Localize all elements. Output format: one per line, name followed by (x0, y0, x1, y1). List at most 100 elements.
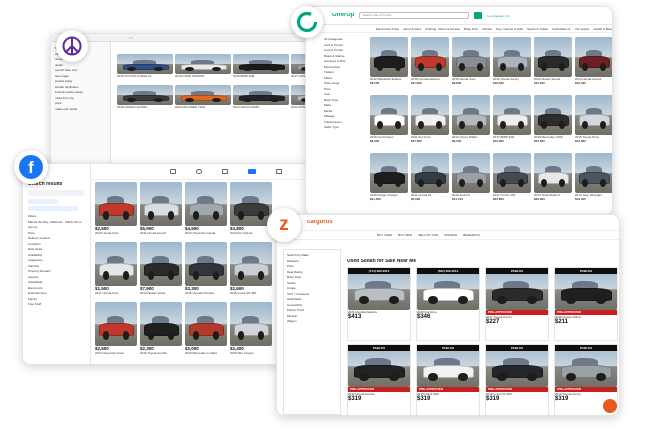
sidebar-item[interactable]: Body Style (287, 275, 337, 279)
sidebar-item[interactable]: Motorcycles (324, 65, 361, 69)
car-photo[interactable] (117, 54, 173, 74)
car-photo[interactable] (370, 95, 408, 135)
sidebar-item[interactable]: Search by Make (287, 253, 337, 257)
offerup-brand[interactable]: OfferUp (332, 13, 354, 18)
sidebar-item[interactable]: Cars & Trucks (324, 48, 361, 52)
sidebar-item[interactable]: Price range (324, 81, 361, 85)
listing-card[interactable]: $2,500 2014 Chevrolet Cruze (95, 302, 137, 360)
sidebar-item[interactable]: Deal Rating (287, 270, 337, 274)
listing-card[interactable]: 2020 MCLAREN 720S (175, 85, 231, 113)
offerup-search-input[interactable]: Search Cars & Trucks (359, 12, 470, 19)
sidebar-item[interactable]: Price (324, 87, 361, 91)
car-photo[interactable] (233, 85, 289, 105)
search-button[interactable] (474, 12, 483, 19)
sidebar-item[interactable]: Model (324, 109, 361, 113)
sidebar-item[interactable]: dealer (55, 63, 106, 67)
car-photo[interactable] (140, 242, 182, 286)
car-photo[interactable] (185, 182, 227, 226)
location-label[interactable]: Los Angeles, CA (487, 14, 509, 18)
car-photo[interactable] (452, 95, 490, 135)
car-photo[interactable] (575, 37, 612, 77)
car-photo[interactable] (411, 153, 449, 193)
car-photo[interactable] (575, 95, 612, 135)
sidebar-item[interactable]: Delivery method (28, 236, 85, 240)
category-link[interactable]: Electronics & Media (376, 27, 399, 31)
car-photo[interactable] (411, 37, 449, 77)
car-photo[interactable] (95, 182, 137, 226)
listing-card[interactable]: 2019 FORD TRANSIT (175, 54, 231, 82)
sidebar-item[interactable]: Price (287, 264, 337, 268)
sidebar-item[interactable]: make and model (55, 107, 106, 111)
listing-card[interactable]: (714) 930-2212 2021 Hyundai Elantra $413 (347, 267, 411, 341)
car-photo[interactable] (175, 85, 231, 105)
sidebar-item[interactable]: Wagon (287, 319, 337, 323)
car-photo[interactable] (534, 37, 572, 77)
nav-link[interactable]: RESEARCH (463, 233, 480, 237)
car-photo[interactable] (370, 153, 408, 193)
car-photo[interactable] (233, 54, 289, 74)
car-photo[interactable] (348, 345, 410, 387)
sidebar-item[interactable]: Marina del Rey, California · Within 40 m… (28, 220, 85, 224)
category-link[interactable]: Baby & Kids (464, 27, 478, 31)
category-link[interactable]: Collectibles & Art (552, 27, 571, 31)
car-photo[interactable] (230, 182, 272, 226)
car-photo[interactable] (452, 153, 490, 193)
sidebar-item[interactable]: Price (28, 231, 85, 235)
listing-card[interactable]: PABLOS PRE-APPROVED 2015 Infiniti Q50 $319 (416, 344, 480, 415)
car-photo[interactable] (555, 345, 617, 387)
car-photo[interactable] (140, 182, 182, 226)
category-link[interactable]: Vehicles (482, 27, 492, 31)
sidebar-item[interactable]: price (55, 101, 106, 105)
category-link[interactable]: Toys, Games & Hobbies (496, 27, 523, 31)
facebook-search-input[interactable] (28, 190, 85, 196)
car-photo[interactable] (348, 268, 410, 310)
listing-card[interactable]: 2012 Mitsubishi Eclipse $6,500 (370, 37, 408, 93)
cargurus-brand[interactable]: cargurus (307, 220, 333, 225)
nav-link[interactable]: FINANCE (444, 233, 457, 237)
category-link[interactable]: Home & Garden (403, 27, 422, 31)
sidebar-item[interactable]: Family (28, 297, 85, 301)
create-listing-button[interactable] (28, 206, 78, 211)
listing-card[interactable]: $2,500 2010 Honda Civic (95, 182, 137, 240)
sidebar-item[interactable]: bundle duplicates (55, 85, 106, 89)
car-photo[interactable] (175, 54, 231, 74)
listing-card[interactable]: PABLOS PRE-APPROVED 2017 Toyota Camry $227 (485, 267, 549, 341)
category-link[interactable]: Pet supplies (575, 27, 589, 31)
listing-card[interactable]: PABLOS PRE-APPROVED 2016 Lexus IS 200t $319 (485, 344, 549, 415)
sidebar-item[interactable]: Year (324, 92, 361, 96)
car-photo[interactable] (411, 95, 449, 135)
groups-icon[interactable] (222, 169, 228, 174)
listing-card[interactable]: $4,500 2013 Chevrolet Impala (185, 182, 227, 240)
listing-card[interactable]: 2016 Audi A4 $14,700 (452, 153, 490, 209)
nav-link[interactable]: BUY USED (377, 233, 392, 237)
listing-card[interactable]: 2019 Toyota Camry $18,500 (493, 37, 531, 93)
sidebar-item[interactable]: Pickup Truck (287, 308, 337, 312)
category-link[interactable]: Sports & Outdoors (527, 27, 548, 31)
filter-chip[interactable] (28, 199, 58, 204)
sidebar-item[interactable]: Mileage (324, 114, 361, 118)
sidebar-item[interactable]: Transmission (324, 120, 361, 124)
car-photo[interactable] (486, 268, 548, 310)
sidebar-item[interactable]: Property Rentals (28, 269, 85, 273)
sidebar-item[interactable]: Condition (28, 242, 85, 246)
car-photo[interactable] (140, 302, 182, 346)
listing-card[interactable]: 2014 LEXUS IS250 (233, 85, 289, 113)
listing-card[interactable]: 2014 Honda Accord $10,400 (575, 37, 612, 93)
car-photo[interactable] (95, 302, 137, 346)
sidebar-item[interactable]: Boats & Marine (324, 54, 361, 58)
listing-card[interactable]: 2011 Honda Fit $5,900 (411, 153, 449, 209)
listing-card[interactable]: 2021 Kia Forte $17,600 (411, 95, 449, 151)
car-photo[interactable] (493, 95, 531, 135)
listing-card[interactable]: 2013 Chevy Malibu $6,200 (452, 95, 490, 151)
listing-card[interactable]: 2015 BMW 328i (233, 54, 289, 82)
sidebar-item[interactable]: Convertible (287, 303, 337, 307)
listing-card[interactable]: PABLOS PRE-APPROVED 2018 Nissan Altima $211 (554, 267, 618, 341)
listing-card[interactable]: 2018 TOYOTA COROLLA (117, 54, 173, 82)
listing-card[interactable]: $7,900 2013 Nissan Versa (140, 242, 182, 300)
chat-button[interactable] (603, 399, 617, 413)
category-link[interactable]: Clothing, Shoes & Accessories (425, 27, 460, 31)
car-photo[interactable] (534, 95, 572, 135)
sidebar-item[interactable]: Entertainment (28, 291, 85, 295)
sidebar-item[interactable]: Distance (287, 259, 337, 263)
car-photo[interactable] (185, 242, 227, 286)
